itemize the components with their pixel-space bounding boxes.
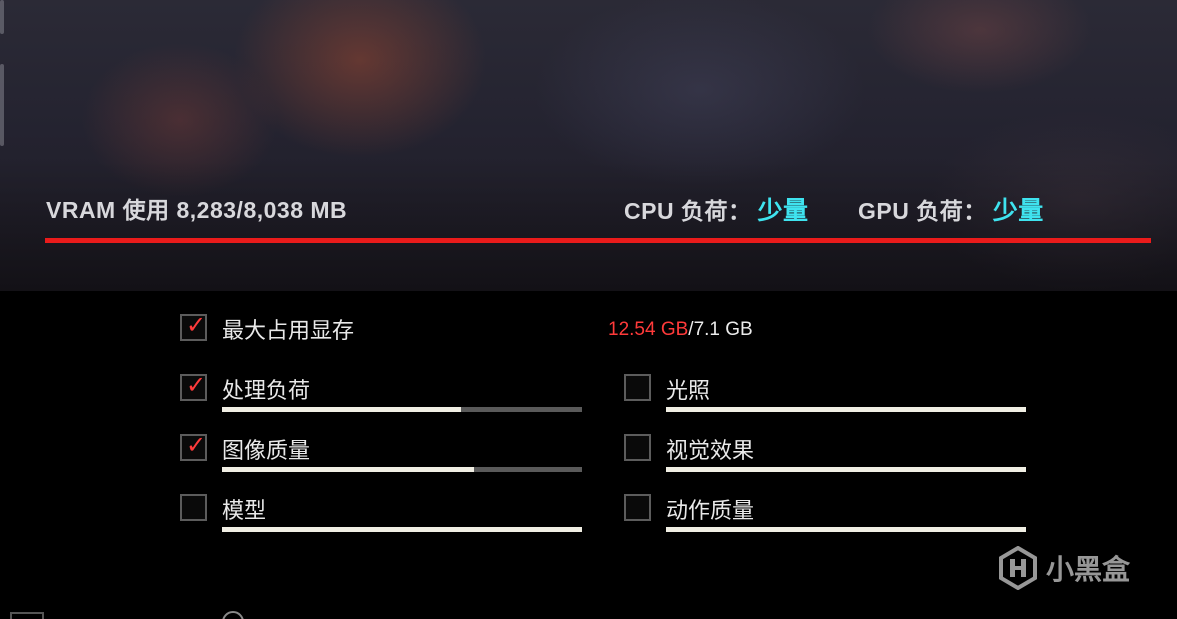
- processing-load-bar-fill: [222, 407, 462, 412]
- animation-quality-label: 动作质量: [666, 499, 755, 524]
- memory-used: 12.54 GB: [608, 319, 689, 340]
- image-quality-label: 图像质量: [222, 439, 311, 464]
- check-icon: ✓: [186, 431, 207, 459]
- partial-checkbox[interactable]: [10, 612, 44, 619]
- models-label: 模型: [222, 499, 267, 524]
- image-quality-checkbox[interactable]: ✓: [180, 431, 207, 461]
- check-icon: ✓: [186, 371, 207, 399]
- processing-load-checkbox[interactable]: ✓: [180, 371, 207, 401]
- image-quality-bar: [222, 467, 582, 472]
- memory-total: 7.1 GB: [693, 319, 753, 340]
- models-bar: [222, 527, 582, 532]
- memory-readout: 12.54 GB/7.1 GB: [608, 319, 753, 341]
- processing-load-bar: [222, 407, 582, 412]
- models-bar-fill: [222, 527, 582, 532]
- visual-effects-label: 视觉效果: [666, 439, 755, 464]
- watermark-text: 小黑盒: [1046, 553, 1131, 586]
- models-checkbox[interactable]: [180, 494, 207, 521]
- cpu-load-value: 少量: [757, 197, 809, 225]
- background-scene: [0, 0, 1177, 291]
- lighting-label: 光照: [666, 379, 711, 404]
- left-edge-tab: [0, 0, 4, 34]
- lighting-bar: [666, 407, 1026, 412]
- check-icon: ✓: [186, 311, 207, 339]
- watermark: 小黑盒: [998, 545, 1130, 591]
- visual-effects-checkbox[interactable]: [624, 434, 651, 461]
- animation-quality-checkbox[interactable]: [624, 494, 651, 521]
- lighting-bar-fill: [666, 407, 1026, 412]
- lighting-checkbox[interactable]: [624, 374, 651, 401]
- gpu-load-value: 少量: [992, 197, 1044, 225]
- vram-usage-label: VRAM 使用 8,283/8,038 MB: [46, 197, 348, 223]
- left-edge-tab: [0, 64, 4, 146]
- partial-radio-icon[interactable]: [222, 611, 244, 619]
- visual-effects-bar: [666, 467, 1026, 472]
- max-vram-checkbox[interactable]: ✓: [180, 311, 207, 341]
- cpu-load-label: CPU 负荷：: [624, 198, 752, 224]
- cpu-load: CPU 负荷： 少量: [624, 191, 808, 227]
- visual-effects-bar-fill: [666, 467, 1026, 472]
- processing-load-label: 处理负荷: [222, 379, 311, 404]
- vram-usage-bar: [45, 238, 1151, 243]
- image-quality-bar-fill: [222, 467, 474, 472]
- max-vram-label: 最大占用显存: [222, 319, 355, 344]
- heybox-logo-icon: [999, 546, 1037, 590]
- gpu-load: GPU 负荷： 少量: [858, 191, 1044, 227]
- animation-quality-bar-fill: [666, 527, 1026, 532]
- animation-quality-bar: [666, 527, 1026, 532]
- gpu-load-label: GPU 负荷：: [858, 198, 987, 224]
